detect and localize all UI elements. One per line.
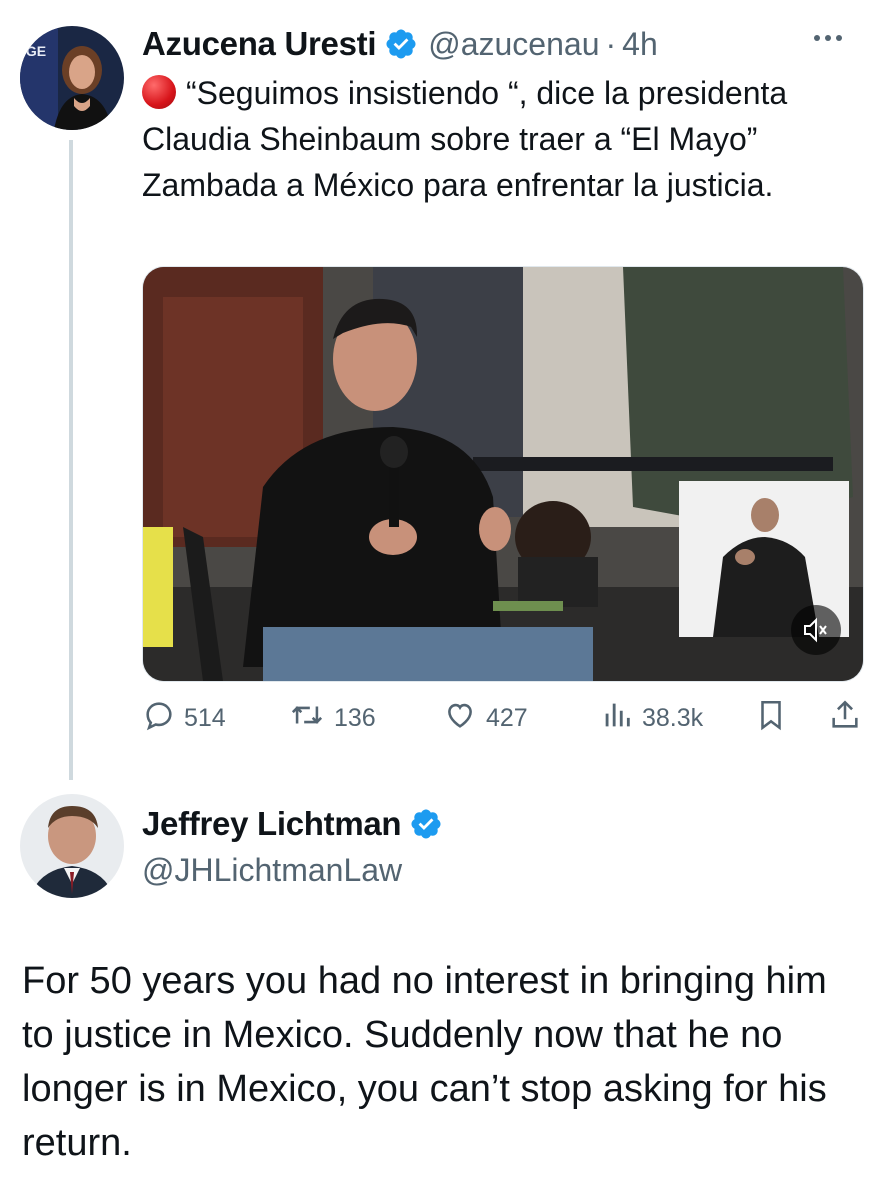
tweet1-text: “Seguimos insistiendo “, dice la preside… bbox=[142, 70, 852, 208]
share-icon bbox=[828, 697, 870, 740]
tweet1-video[interactable] bbox=[142, 266, 864, 682]
avatar-azucena[interactable]: IGE bbox=[20, 26, 124, 130]
repost-button[interactable]: 136 bbox=[288, 696, 376, 740]
reply-icon bbox=[142, 698, 184, 739]
tweet2-header: Jeffrey Lichtman @JHLichtmanLaw bbox=[142, 802, 443, 889]
mute-icon[interactable] bbox=[791, 605, 841, 655]
like-button[interactable]: 427 bbox=[442, 696, 528, 740]
reply-count: 514 bbox=[184, 703, 226, 732]
avatar-badge-text: IGE bbox=[22, 43, 46, 59]
more-icon[interactable] bbox=[814, 28, 854, 48]
author-name[interactable]: Jeffrey Lichtman bbox=[142, 805, 402, 843]
tweet1-body: “Seguimos insistiendo “, dice la preside… bbox=[142, 75, 788, 203]
repost-count: 136 bbox=[334, 703, 376, 732]
separator-dot: · bbox=[605, 25, 617, 62]
author-handle[interactable]: @JHLichtmanLaw bbox=[142, 852, 443, 889]
tweet-timestamp[interactable]: 4h bbox=[622, 26, 658, 63]
like-count: 427 bbox=[486, 703, 528, 732]
views-count: 38.3k bbox=[642, 703, 704, 732]
views-button[interactable]: 38.3k bbox=[600, 696, 703, 740]
views-icon bbox=[600, 698, 642, 739]
author-name[interactable]: Azucena Uresti bbox=[142, 25, 377, 63]
tweet1-actions: 514 136 427 38.3k bbox=[142, 696, 862, 740]
verified-badge-icon bbox=[384, 27, 418, 61]
verified-badge-icon bbox=[409, 807, 443, 841]
like-icon bbox=[442, 698, 486, 739]
share-button[interactable] bbox=[828, 696, 870, 740]
bookmark-icon bbox=[754, 697, 796, 740]
reply-button[interactable]: 514 bbox=[142, 696, 226, 740]
avatar-jeffrey[interactable] bbox=[20, 794, 124, 898]
red-circle-icon bbox=[142, 75, 176, 109]
repost-icon bbox=[288, 698, 334, 739]
author-handle[interactable]: @azucenau bbox=[428, 26, 599, 63]
tweet2-text: For 50 years you had no interest in brin… bbox=[22, 960, 827, 1164]
tweet1-header: Azucena Uresti @azucenau · 4h bbox=[142, 22, 658, 66]
bookmark-button[interactable] bbox=[754, 696, 796, 740]
thread-connector-line bbox=[69, 140, 73, 780]
